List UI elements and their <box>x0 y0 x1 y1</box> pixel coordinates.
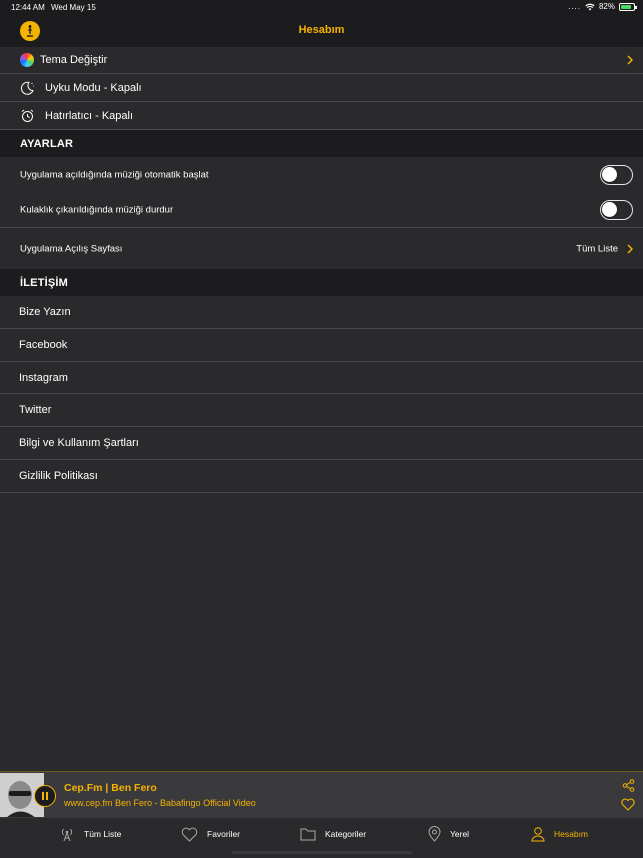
tab-label: Yerel <box>450 829 470 839</box>
battery-percent: 82% <box>598 2 615 11</box>
headphone-row: Kulaklık çıkarıldığında müziği durdur <box>0 192 643 228</box>
autoplay-label: Uygulama açıldığında müziği otomatik baş… <box>20 169 209 180</box>
color-wheel-icon <box>20 53 34 67</box>
status-date: Wed May 15 <box>51 3 96 12</box>
heart-outline-icon <box>181 827 198 842</box>
contact-section-header: İLETİŞİM <box>0 269 643 296</box>
toggle-knob <box>602 166 617 182</box>
contact-item-label: Bilgi ve Kullanım Şartları <box>19 437 139 449</box>
alarm-clock-icon <box>21 109 34 122</box>
share-icon[interactable] <box>622 779 635 792</box>
contact-item-write-us[interactable]: Bize Yazın <box>0 296 643 329</box>
pause-button[interactable] <box>34 785 56 807</box>
player-station: Cep.Fm | Ben Fero <box>64 782 157 794</box>
headphone-label: Kulaklık çıkarıldığında müziği durdur <box>20 204 174 215</box>
theme-label: Tema Değiştir <box>40 54 108 66</box>
status-time: 12:44 AM <box>11 3 45 12</box>
contact-item-label: Gizlilik Politikası <box>19 470 98 482</box>
start-page-row[interactable]: Uygulama Açılış Sayfası Tüm Liste <box>0 228 643 269</box>
mini-player[interactable]: Cep.Fm | Ben Fero www.cep.fm Ben Fero - … <box>0 771 643 818</box>
tab-label: Hesabım <box>554 829 589 839</box>
battery-icon <box>619 2 637 11</box>
chevron-right-icon <box>627 55 633 65</box>
reminder-row[interactable]: Hatırlatıcı - Kapalı <box>0 102 643 130</box>
tab-categories[interactable]: Kategoriler <box>300 826 366 842</box>
contact-section-title: İLETİŞİM <box>20 276 69 289</box>
settings-section-header: AYARLAR <box>0 130 643 157</box>
user-icon <box>531 827 545 842</box>
wifi-icon <box>585 3 595 10</box>
antenna-icon <box>62 828 72 842</box>
theme-row[interactable]: Tema Değiştir <box>0 47 643 74</box>
sleep-mode-row[interactable]: Uyku Modu - Kapalı <box>0 74 643 102</box>
signal-dots-icon: .... <box>568 2 581 11</box>
tab-bar: Tüm Liste Favoriler Kategoriler Yerel He… <box>0 817 643 858</box>
start-page-value: Tüm Liste <box>576 243 618 254</box>
status-right: .... 82% <box>568 2 637 11</box>
home-indicator <box>232 851 412 854</box>
contact-item-twitter[interactable]: Twitter <box>0 394 643 427</box>
contact-item-label: Instagram <box>19 371 68 384</box>
contact-item-instagram[interactable]: Instagram <box>0 362 643 394</box>
tab-account[interactable]: Hesabım <box>531 826 588 842</box>
contact-item-label: Twitter <box>19 404 52 416</box>
tab-label: Favoriler <box>207 829 241 839</box>
nav-bar: Hesabım <box>0 15 643 47</box>
tab-label: Kategoriler <box>325 829 367 839</box>
tab-local[interactable]: Yerel <box>428 826 469 842</box>
battery-fill <box>621 4 631 9</box>
player-now-playing: www.cep.fm Ben Fero - Babafingo Official… <box>64 798 256 808</box>
autoplay-toggle[interactable] <box>600 164 633 185</box>
autoplay-row: Uygulama açıldığında müziği otomatik baş… <box>0 157 643 192</box>
chevron-right-icon <box>627 243 633 254</box>
account-screen: 12:44 AM Wed May 15 .... 82% Hesabım Tem… <box>0 0 643 858</box>
tab-favorites[interactable]: Favoriler <box>181 826 240 842</box>
contact-item-privacy[interactable]: Gizlilik Politikası <box>0 460 643 493</box>
status-bar: 12:44 AM Wed May 15 .... 82% <box>0 0 643 15</box>
tab-all-list[interactable]: Tüm Liste <box>59 826 121 842</box>
heart-icon[interactable] <box>621 798 635 811</box>
contact-item-label: Facebook <box>19 339 68 351</box>
contact-item-terms[interactable]: Bilgi ve Kullanım Şartları <box>0 427 643 460</box>
page-title: Hesabım <box>298 24 345 36</box>
settings-section-title: AYARLAR <box>20 137 74 150</box>
location-pin-icon <box>428 826 441 842</box>
toggle-knob <box>602 201 617 217</box>
contact-item-label: Bize Yazın <box>19 306 71 318</box>
start-page-label: Uygulama Açılış Sayfası <box>20 243 123 254</box>
folder-icon <box>300 828 316 841</box>
reminder-label: Hatırlatıcı - Kapalı <box>45 109 134 122</box>
moon-icon <box>20 81 34 95</box>
tab-label: Tüm Liste <box>84 829 122 839</box>
sleep-mode-label: Uyku Modu - Kapalı <box>45 81 142 94</box>
contact-item-facebook[interactable]: Facebook <box>0 329 643 362</box>
headphone-toggle[interactable] <box>600 199 633 220</box>
